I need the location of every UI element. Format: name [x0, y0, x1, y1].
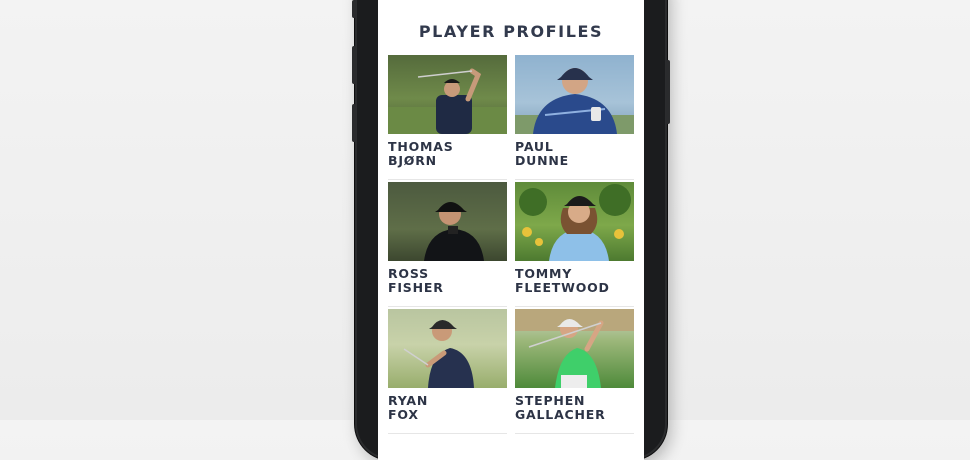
player-first-name: STEPHEN [515, 393, 586, 408]
player-card-ryan-fox[interactable]: RYAN FOX [388, 309, 507, 434]
player-photo [388, 182, 507, 261]
player-name: TOMMY FLEETWOOD [515, 267, 634, 295]
volume-down-button [352, 104, 356, 142]
player-name: RYAN FOX [388, 394, 507, 422]
golfer-swing-image [388, 68, 507, 134]
player-card-ross-fisher[interactable]: ROSS FISHER [388, 182, 507, 307]
player-first-name: ROSS [388, 266, 429, 281]
golfer-portrait-image [424, 202, 484, 261]
player-first-name: PAUL [515, 139, 554, 154]
player-last-name: DUNNE [515, 153, 569, 168]
player-grid: THOMAS BJØRN PAUL DUNNE ROSS FISHER TOMM… [388, 55, 634, 434]
player-name: PAUL DUNNE [515, 140, 634, 168]
player-card-tommy-fleetwood[interactable]: TOMMY FLEETWOOD [515, 182, 634, 307]
player-card-paul-dunne[interactable]: PAUL DUNNE [515, 55, 634, 180]
player-photo [515, 55, 634, 134]
player-card-stephen-gallacher[interactable]: STEPHEN GALLACHER [515, 309, 634, 434]
player-photo [515, 182, 634, 261]
player-name: STEPHEN GALLACHER [515, 394, 634, 422]
phone-device: PLAYER PROFILES THOMAS BJØRN PAUL DUNNE … [352, 0, 670, 460]
mute-switch [352, 0, 356, 18]
player-name: ROSS FISHER [388, 267, 507, 295]
player-last-name: FLEETWOOD [515, 280, 610, 295]
player-first-name: THOMAS [388, 139, 454, 154]
player-last-name: FISHER [388, 280, 444, 295]
golfer-swing-image [403, 320, 474, 388]
golfer-swing-image [515, 309, 634, 388]
golfer-portrait-image [515, 68, 634, 134]
page-title: PLAYER PROFILES [418, 22, 604, 41]
player-photo [515, 309, 634, 388]
player-first-name: TOMMY [515, 266, 573, 281]
phone-screen: PLAYER PROFILES THOMAS BJØRN PAUL DUNNE … [378, 0, 644, 460]
player-photo [388, 55, 507, 134]
player-first-name: RYAN [388, 393, 429, 408]
power-button [666, 60, 670, 124]
page-content: PLAYER PROFILES THOMAS BJØRN PAUL DUNNE … [378, 0, 644, 434]
player-card-thomas-bjorn[interactable]: THOMAS BJØRN [388, 55, 507, 180]
golfer-portrait-image [519, 184, 631, 261]
volume-up-button [352, 46, 356, 84]
player-last-name: BJØRN [388, 153, 437, 168]
player-photo [388, 309, 507, 388]
player-name: THOMAS BJØRN [388, 140, 507, 168]
